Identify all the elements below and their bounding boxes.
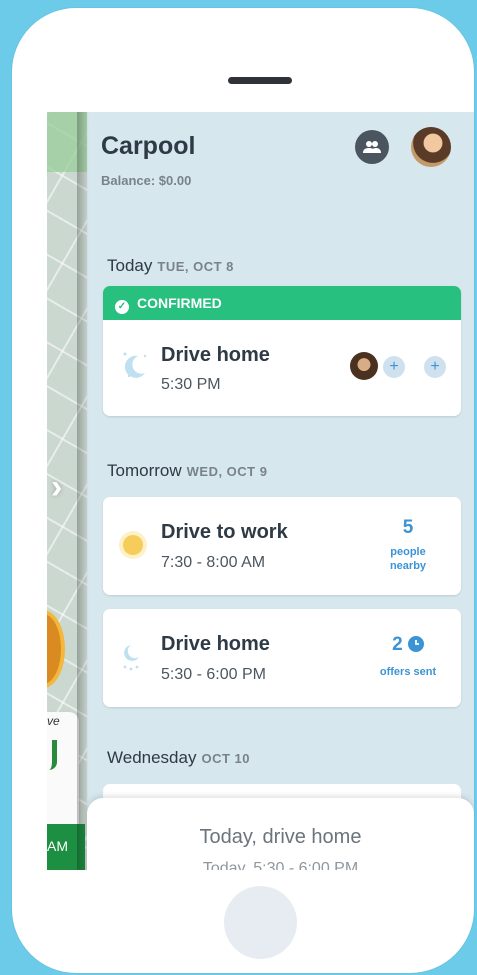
sheet-subtitle: Today, 5:30 - 6:00 PM <box>202 860 359 870</box>
section-tomorrow: Tomorrow WED, OCT 9 <box>107 461 267 481</box>
offers-count-value: 2 <box>392 634 403 655</box>
phone-frame: › ve AM Carpool Balance: $0.00 Today TUE,… <box>12 8 474 973</box>
carpool-panel: Carpool Balance: $0.00 Today TUE, OCT 8 ✓… <box>87 112 474 870</box>
ride-time: 5:30 - 6:00 PM <box>161 666 266 683</box>
check-icon: ✓ <box>115 300 129 314</box>
route-line <box>49 740 57 770</box>
ride-title: Drive home <box>161 344 270 366</box>
section-day: Today <box>107 256 153 275</box>
section-wednesday: Wednesday OCT 10 <box>107 748 250 768</box>
map-label: ve <box>47 714 60 728</box>
section-date: OCT 10 <box>201 751 250 766</box>
ride-time: 5:30 PM <box>161 376 221 393</box>
page-title: Carpool <box>101 132 196 160</box>
section-today: Today TUE, OCT 8 <box>107 256 234 276</box>
profile-avatar[interactable] <box>411 127 451 167</box>
ride-title: Drive home <box>161 633 270 655</box>
section-date: WED, OCT 9 <box>186 464 268 479</box>
offers-count: 2 <box>368 634 448 656</box>
sun-icon <box>119 531 147 559</box>
add-rider-icon[interactable]: + <box>424 356 446 378</box>
status-label: CONFIRMED <box>137 295 222 311</box>
chevron-right-icon[interactable]: › <box>51 468 62 507</box>
add-rider-icon[interactable]: + <box>383 356 405 378</box>
moon-icon <box>123 352 147 378</box>
nearby-label: nearby <box>389 560 427 572</box>
home-button[interactable] <box>224 886 297 959</box>
clock-icon <box>407 636 424 652</box>
ride-title: Drive to work <box>161 521 288 543</box>
rider-avatar[interactable] <box>350 352 378 380</box>
sheet-title: Today, drive home <box>199 826 362 848</box>
ride-card-work[interactable]: Drive to work 7:30 - 8:00 AM 5 people ne… <box>103 497 461 595</box>
ride-card-today[interactable]: ✓ CONFIRMED Drive home 5:30 PM + + <box>103 286 461 416</box>
people-icon[interactable] <box>355 130 389 164</box>
section-date: TUE, OCT 8 <box>157 259 234 274</box>
section-day: Wednesday <box>107 748 197 767</box>
speaker-grille <box>228 77 292 84</box>
night-rain-icon <box>123 645 139 671</box>
app-screen: › ve AM Carpool Balance: $0.00 Today TUE,… <box>47 112 474 870</box>
status-badge: ✓ CONFIRMED <box>103 286 461 320</box>
nearby-label: people <box>390 546 426 558</box>
nearby-count: 5 <box>402 517 414 538</box>
ride-card-home[interactable]: Drive home 5:30 - 6:00 PM 2 offers sent <box>103 609 461 707</box>
balance-label: Balance: $0.00 <box>101 173 192 188</box>
ride-time: 7:30 - 8:00 AM <box>161 554 266 571</box>
bottom-sheet[interactable]: Today, drive home Today, 5:30 - 6:00 PM <box>87 798 474 870</box>
section-day: Tomorrow <box>107 461 182 480</box>
offers-label: offers sent <box>379 666 437 678</box>
